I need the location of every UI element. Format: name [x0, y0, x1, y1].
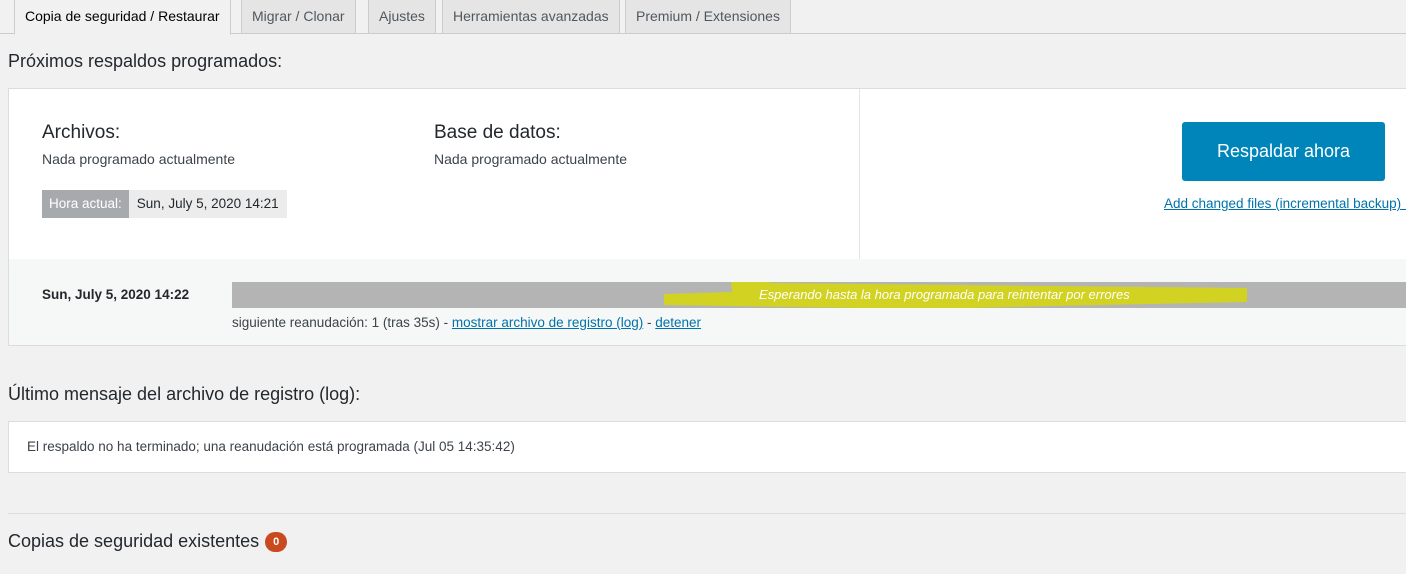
panel-divider — [859, 89, 860, 259]
existing-backups-title: Copias de seguridad existentes — [8, 531, 260, 551]
existing-backups-heading: Copias de seguridad existentes 0 — [8, 531, 288, 552]
resume-text: siguiente reanudación: 1 (tras 35s) - — [232, 315, 449, 330]
backup-count-badge: 0 — [265, 532, 288, 552]
active-job-date: Sun, July 5, 2020 14:22 — [42, 287, 190, 302]
last-log-panel: El respaldo no ha terminado; una reanuda… — [8, 421, 1406, 473]
database-title: Base de datos: — [434, 122, 561, 143]
active-job-row: Sun, July 5, 2020 14:22 Esperando hasta … — [9, 259, 1406, 345]
incremental-backup-link[interactable]: Add changed files (incremental backup) .… — [1164, 196, 1406, 211]
database-status: Nada programado actualmente — [434, 151, 628, 167]
files-status: Nada programado actualmente — [42, 151, 236, 167]
scheduled-backups-panel: Archivos: Nada programado actualmente Ba… — [8, 88, 1406, 346]
stop-link[interactable]: detener — [655, 315, 701, 330]
tab-advanced-tools[interactable]: Herramientas avanzadas — [442, 0, 620, 34]
progress-bar: Esperando hasta la hora programada para … — [232, 282, 1406, 308]
current-time-chip: Hora actual: Sun, July 5, 2020 14:21 — [42, 190, 287, 218]
files-title: Archivos: — [42, 122, 121, 143]
tab-settings[interactable]: Ajustes — [368, 0, 436, 34]
tab-migrate-clone[interactable]: Migrar / Clonar — [241, 0, 356, 34]
section-divider — [8, 513, 1406, 514]
backup-now-button[interactable]: Respaldar ahora — [1182, 122, 1385, 181]
resume-info: siguiente reanudación: 1 (tras 35s) - mo… — [232, 315, 701, 330]
last-log-message: El respaldo no ha terminado; una reanuda… — [27, 439, 515, 454]
current-time-label: Hora actual: — [42, 190, 129, 218]
nav-tabs: Copia de seguridad / Restaurar Migrar / … — [0, 0, 1406, 35]
progress-status-text: Esperando hasta la hora programada para … — [759, 287, 1130, 302]
show-log-link[interactable]: mostrar archivo de registro (log) — [452, 315, 643, 330]
last-log-heading: Último mensaje del archivo de registro (… — [8, 384, 361, 404]
current-time-value: Sun, July 5, 2020 14:21 — [128, 190, 287, 218]
scheduled-backups-heading: Próximos respaldos programados: — [8, 51, 283, 71]
tab-backup-restore[interactable]: Copia de seguridad / Restaurar — [14, 0, 231, 35]
link-separator: - — [646, 315, 652, 330]
tab-premium-extensions[interactable]: Premium / Extensiones — [625, 0, 791, 34]
